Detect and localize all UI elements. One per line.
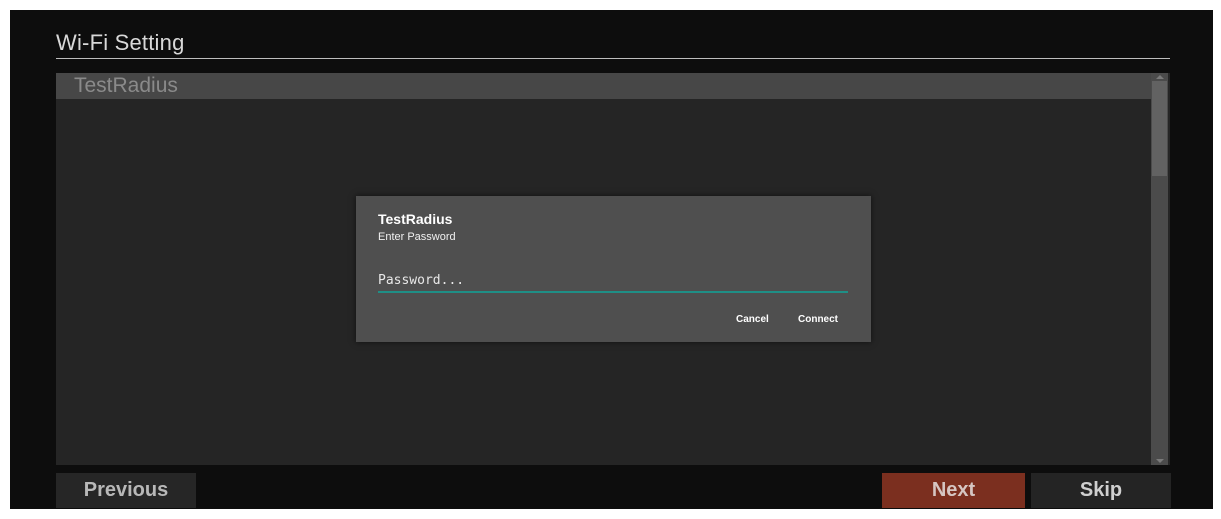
- scroll-down-icon[interactable]: [1156, 459, 1164, 463]
- scrollbar[interactable]: [1151, 73, 1168, 465]
- wifi-setting-screen: Wi-Fi Setting TestRadius TestRadius Ente…: [10, 10, 1213, 509]
- password-input[interactable]: [378, 270, 846, 290]
- next-button[interactable]: Next: [882, 473, 1025, 508]
- title-divider: [56, 58, 1170, 59]
- dialog-subtitle: Enter Password: [378, 231, 456, 243]
- scrollbar-thumb[interactable]: [1152, 81, 1167, 176]
- page-title: Wi-Fi Setting: [56, 30, 185, 55]
- password-input-underline: [378, 291, 848, 293]
- cancel-button[interactable]: Cancel: [736, 314, 769, 325]
- connect-button[interactable]: Connect: [798, 314, 838, 325]
- network-name-label: TestRadius: [74, 74, 178, 97]
- network-list-item[interactable]: TestRadius: [56, 73, 1152, 99]
- dialog-title: TestRadius: [378, 211, 453, 227]
- previous-button[interactable]: Previous: [56, 473, 196, 508]
- scroll-up-icon[interactable]: [1156, 75, 1164, 79]
- password-dialog: TestRadius Enter Password Cancel Connect: [356, 196, 871, 342]
- skip-button[interactable]: Skip: [1031, 473, 1171, 508]
